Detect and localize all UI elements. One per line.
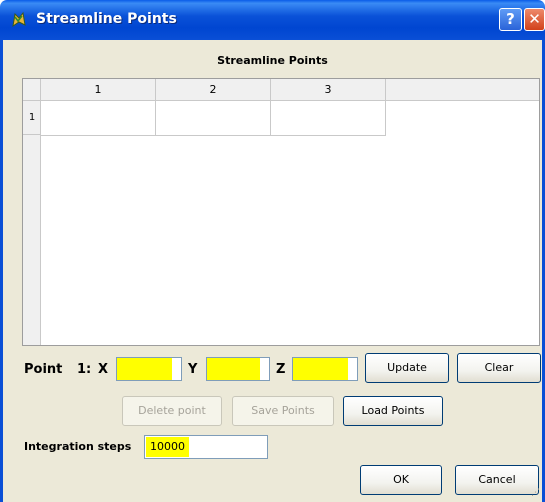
points-table[interactable]: 1 2 3 1 bbox=[22, 78, 540, 346]
column-header[interactable]: 2 bbox=[156, 79, 271, 101]
table-cell[interactable] bbox=[271, 101, 386, 136]
table-cell[interactable] bbox=[41, 101, 156, 136]
group-title: Streamline Points bbox=[217, 54, 328, 67]
x-label: X bbox=[98, 362, 109, 377]
y-label: Y bbox=[188, 362, 198, 377]
x-field[interactable] bbox=[116, 357, 182, 381]
table-corner[interactable] bbox=[23, 79, 41, 101]
cancel-button[interactable]: Cancel bbox=[455, 465, 539, 495]
column-header[interactable]: 1 bbox=[41, 79, 156, 101]
y-field[interactable] bbox=[206, 357, 270, 381]
integration-steps-label: Integration steps bbox=[24, 440, 132, 453]
z-label: Z bbox=[276, 362, 286, 377]
title-bar[interactable]: Streamline Points ? ✕ bbox=[0, 0, 545, 40]
row-header-column: 1 bbox=[23, 101, 41, 345]
update-button[interactable]: Update bbox=[365, 353, 449, 383]
help-icon: ? bbox=[506, 10, 515, 28]
point-index: 1: bbox=[77, 362, 92, 377]
table-cell[interactable] bbox=[156, 101, 271, 136]
z-field[interactable] bbox=[292, 357, 358, 381]
window-title: Streamline Points bbox=[36, 11, 177, 27]
point-label: Point bbox=[24, 362, 63, 377]
row-header[interactable]: 1 bbox=[23, 101, 41, 135]
ok-button[interactable]: OK bbox=[360, 465, 442, 495]
resize-grip-icon[interactable]: ⋰ bbox=[531, 488, 541, 498]
close-icon: ✕ bbox=[528, 10, 541, 28]
integration-steps-value: 10000 bbox=[146, 437, 189, 457]
integration-steps-field[interactable]: 10000 bbox=[144, 435, 268, 459]
table-header-row: 1 2 3 bbox=[23, 79, 539, 101]
close-button[interactable]: ✕ bbox=[524, 8, 545, 31]
load-points-button[interactable]: Load Points bbox=[343, 396, 443, 426]
delete-point-button[interactable]: Delete point bbox=[122, 396, 222, 426]
help-button[interactable]: ? bbox=[499, 8, 522, 31]
column-header[interactable]: 3 bbox=[271, 79, 386, 101]
save-points-button[interactable]: Save Points bbox=[232, 396, 334, 426]
clear-button[interactable]: Clear bbox=[457, 353, 541, 383]
application-icon bbox=[12, 11, 26, 28]
